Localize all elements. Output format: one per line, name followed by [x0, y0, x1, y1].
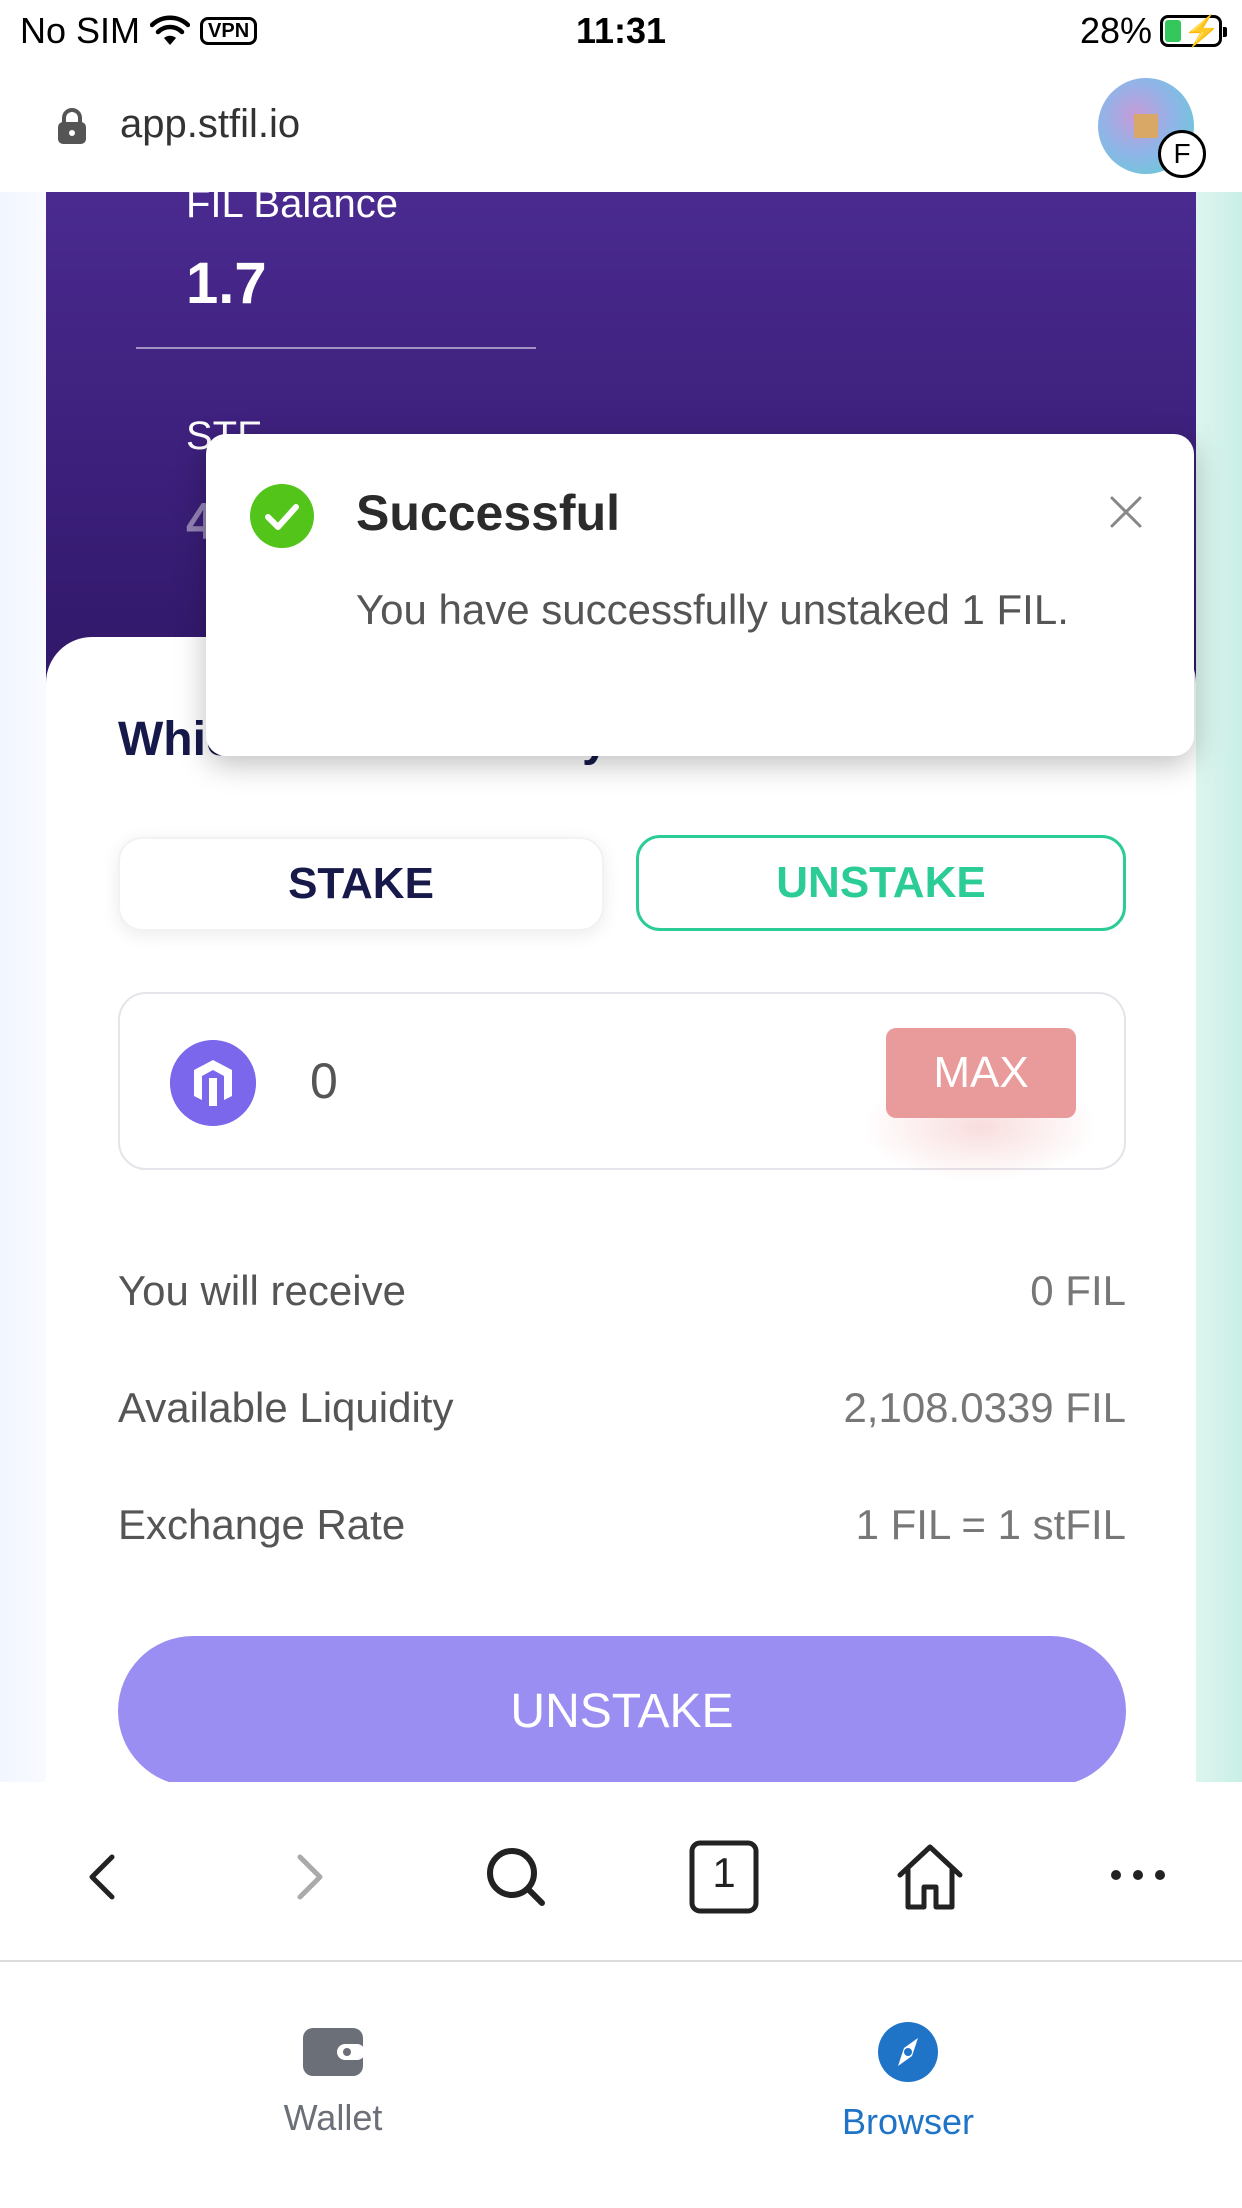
fil-balance-value: 1.7 [186, 251, 267, 316]
browser-tab-label: Browser [841, 2101, 975, 2142]
exchange-rate-value: 1 FIL = 1 stFIL [855, 1501, 1126, 1548]
fil-balance-label: FIL Balance [186, 192, 398, 226]
wallet-tab-label: Wallet [283, 2097, 383, 2138]
battery-percent: 28% [1079, 10, 1152, 51]
url-bar[interactable]: app.stfil.io F [0, 62, 1242, 192]
back-icon[interactable] [64, 1837, 144, 1917]
tab-stake[interactable]: STAKE [118, 837, 604, 931]
exchange-rate-row: Exchange Rate 1 FIL = 1 stFIL [118, 1501, 1126, 1549]
battery-icon: ⚡ [1160, 15, 1227, 48]
tab-browser[interactable]: Browser [758, 2022, 1058, 2143]
receive-row: You will receive 0 FIL [118, 1267, 1126, 1315]
receive-value: 0 FIL [1030, 1267, 1126, 1314]
compass-icon [878, 2022, 938, 2082]
fil-token-icon [170, 1040, 256, 1126]
web-content: FIL Balance 1.7 STF 49 Which action woul… [0, 192, 1242, 1782]
avatar-badge: F [1158, 130, 1206, 178]
exchange-rate-label: Exchange Rate [118, 1501, 406, 1548]
browser-toolbar: 1 [0, 1782, 1242, 1962]
more-icon[interactable] [1098, 1837, 1178, 1917]
toast-title: Successful [356, 485, 621, 541]
status-bar: No SIM VPN 11:31 28% ⚡ [0, 0, 1242, 62]
action-card [46, 637, 1196, 1782]
tab-count: 1 [712, 1849, 736, 1896]
url-text[interactable]: app.stfil.io [120, 102, 300, 147]
tab-unstake[interactable]: UNSTAKE [636, 835, 1126, 931]
toast-message: You have successfully unstaked 1 FIL. [356, 586, 1069, 633]
avatar-pattern [1134, 114, 1158, 138]
success-check-icon [250, 484, 314, 548]
status-time: 11:31 [575, 10, 667, 51]
liquidity-value: 2,108.0339 FIL [843, 1384, 1126, 1431]
unstake-submit-button[interactable]: UNSTAKE [118, 1636, 1126, 1782]
balance-divider [136, 347, 536, 349]
lock-icon [58, 108, 86, 144]
max-button[interactable]: MAX [886, 1028, 1076, 1118]
liquidity-row: Available Liquidity 2,108.0339 FIL [118, 1384, 1126, 1432]
liquidity-label: Available Liquidity [118, 1384, 454, 1431]
wallet-icon [303, 2028, 365, 2076]
status-right: 28% ⚡ [1079, 10, 1227, 52]
search-icon[interactable] [476, 1837, 556, 1917]
forward-icon[interactable] [268, 1837, 348, 1917]
receive-label: You will receive [118, 1267, 406, 1314]
home-icon[interactable] [890, 1837, 970, 1917]
tabs-button[interactable]: 1 [684, 1837, 764, 1917]
success-toast: Successful You have successfully unstake… [206, 434, 1194, 756]
close-icon[interactable] [1106, 492, 1146, 532]
bottom-tab-bar: Wallet Browser [0, 1962, 1242, 2208]
tab-wallet[interactable]: Wallet [183, 2022, 483, 2139]
amount-input[interactable]: 0 [310, 1052, 338, 1110]
